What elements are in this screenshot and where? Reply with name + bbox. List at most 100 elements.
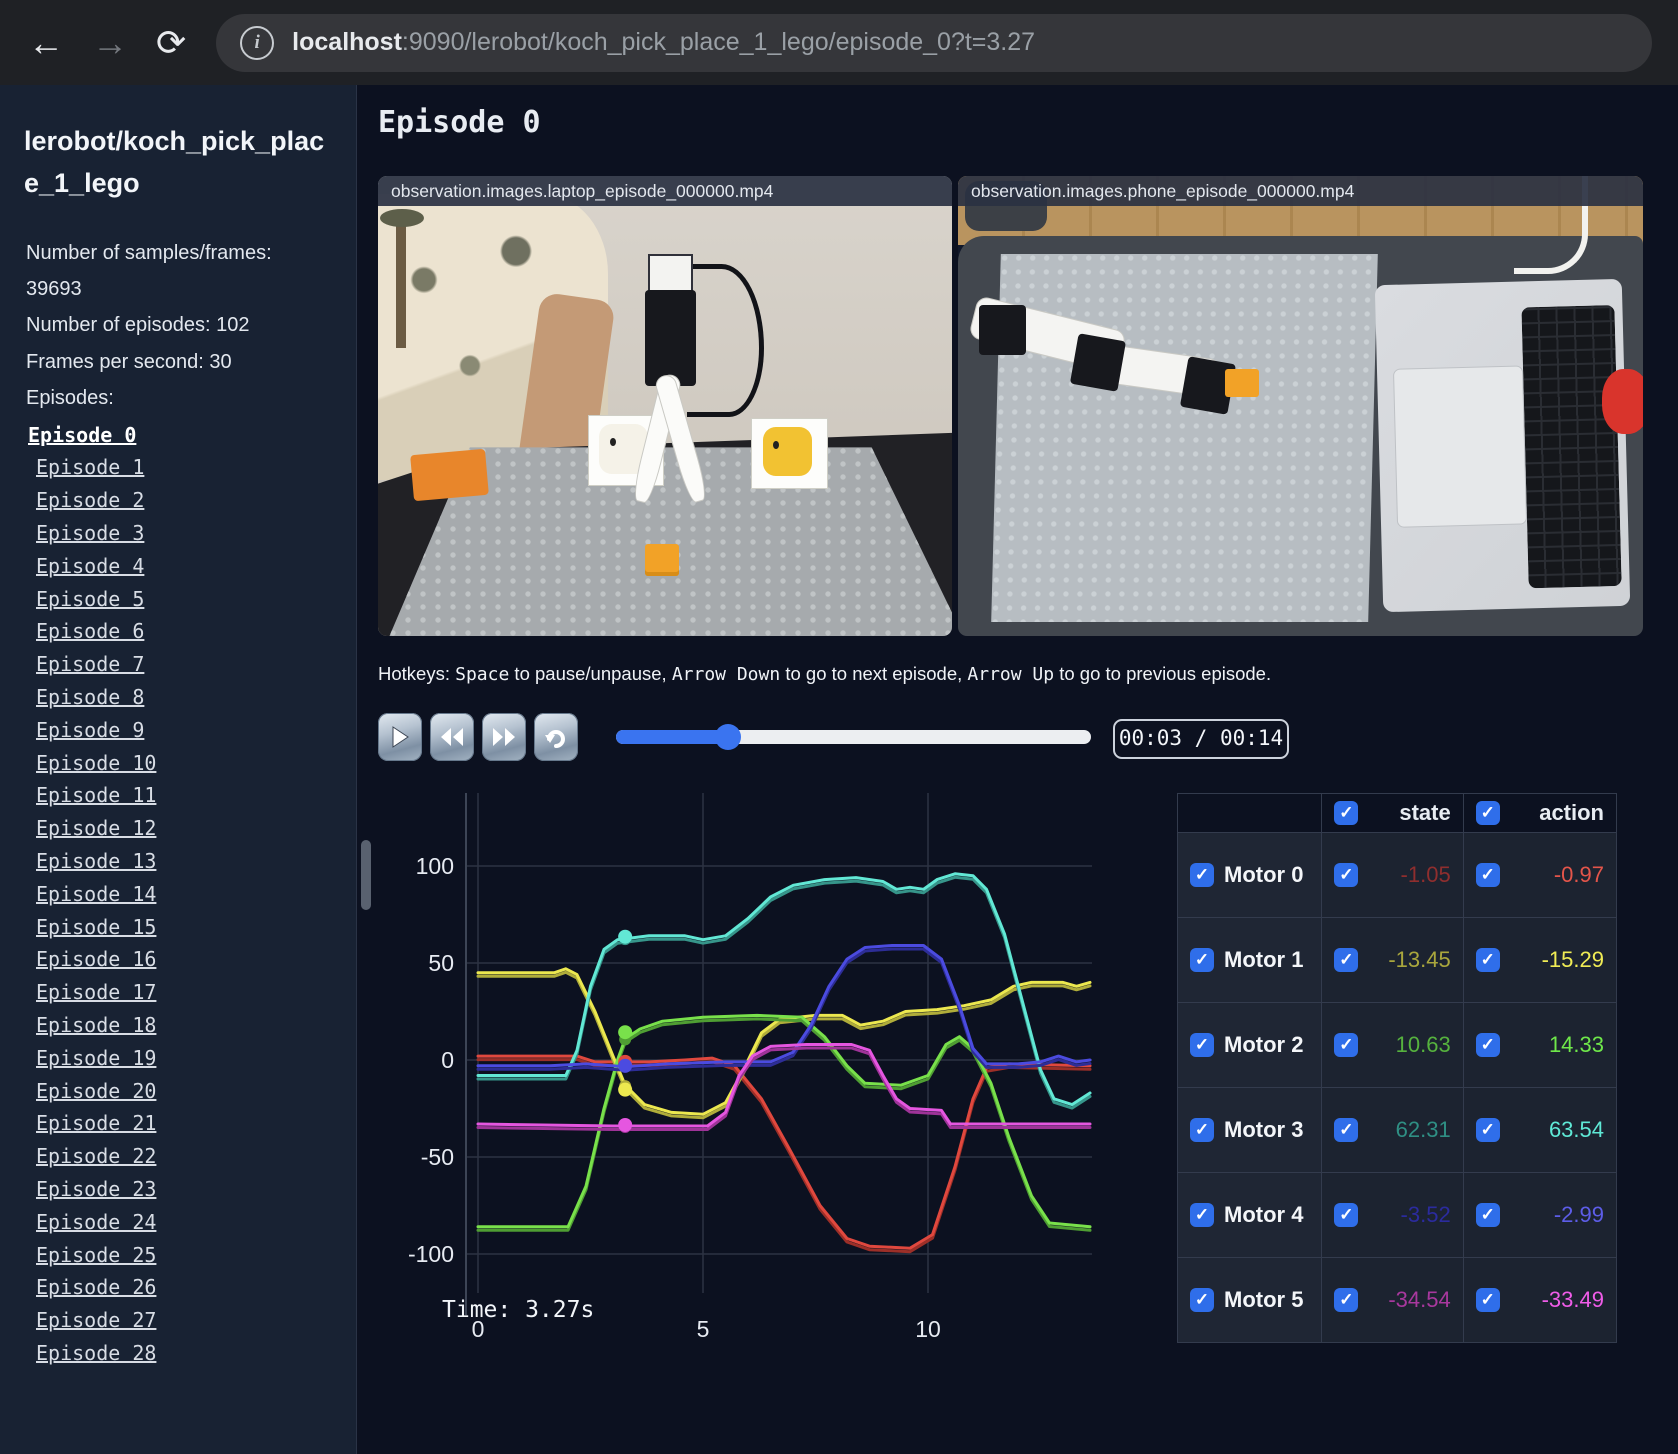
motor-action-cell: 14.33 <box>1462 1003 1616 1087</box>
header-state-cell: state <box>1321 794 1462 832</box>
page-title: Episode 0 <box>378 105 541 140</box>
motor-state-checkbox[interactable] <box>1334 1118 1359 1142</box>
motor-state-checkbox[interactable] <box>1334 1033 1359 1057</box>
reload-button[interactable]: ⟳ <box>156 24 186 61</box>
motor-chart[interactable]: 100 50 0 -50 -100 0 5 10 <box>378 785 1103 1350</box>
episodes-label: Episodes: <box>26 387 114 410</box>
video-title-laptop: observation.images.laptop_episode_000000… <box>378 176 952 206</box>
scrollbar-thumb[interactable] <box>361 840 371 910</box>
motor-table-row: Motor 2 10.63 14.33 <box>1178 1002 1616 1087</box>
motor-state-checkbox[interactable] <box>1334 948 1359 972</box>
motor-action-cell: -33.49 <box>1462 1258 1616 1342</box>
url-path: :9090/lerobot/koch_pick_place_1_lego/epi… <box>401 28 1036 56</box>
motor-table-row: Motor 3 62.31 63.54 <box>1178 1087 1616 1172</box>
rewind-button[interactable] <box>430 713 474 761</box>
motor-label: Motor 5 <box>1224 1287 1304 1312</box>
action-column-checkbox[interactable] <box>1475 801 1500 825</box>
motor-state-cell: -3.52 <box>1321 1173 1463 1257</box>
motor-action-checkbox[interactable] <box>1475 1288 1500 1312</box>
motor-table-row: Motor 0 -1.05 -0.97 <box>1178 832 1616 917</box>
motor-checkbox[interactable] <box>1190 1288 1214 1312</box>
sidebar-episode-link[interactable]: Episode 2 <box>36 484 356 517</box>
motor-action-cell: -2.99 <box>1462 1173 1616 1257</box>
sidebar-episode-link[interactable]: Episode 14 <box>36 878 356 911</box>
motor-action-checkbox[interactable] <box>1475 1203 1500 1227</box>
seek-slider-thumb[interactable] <box>714 724 741 750</box>
sidebar-episode-link[interactable]: Episode 1 <box>36 451 356 484</box>
sidebar-episode-link[interactable]: Episode 19 <box>36 1042 356 1075</box>
seek-slider[interactable] <box>616 724 1091 750</box>
sidebar-episode-link[interactable]: Episode 26 <box>36 1271 356 1304</box>
motor-label-cell: Motor 2 <box>1178 1003 1322 1087</box>
motor-table-row: Motor 4 -3.52 -2.99 <box>1178 1172 1616 1257</box>
sidebar-episode-link[interactable]: Episode 6 <box>36 615 356 648</box>
motor-state-checkbox[interactable] <box>1334 1203 1359 1227</box>
motor-state-checkbox[interactable] <box>1334 863 1359 887</box>
sidebar-episode-link[interactable]: Episode 4 <box>36 550 356 583</box>
sidebar-episode-link[interactable]: Episode 25 <box>36 1239 356 1272</box>
key-space: Space <box>455 664 510 685</box>
fast-forward-button[interactable] <box>482 713 526 761</box>
sidebar-episode-link[interactable]: Episode 17 <box>36 976 356 1009</box>
motor-checkbox[interactable] <box>1190 948 1214 972</box>
loop-button[interactable] <box>534 713 578 761</box>
address-bar[interactable]: i localhost:9090/lerobot/koch_pick_place… <box>216 13 1652 72</box>
svg-text:-50: -50 <box>421 1144 454 1170</box>
hotkeys-prefix: Hotkeys: <box>378 663 456 684</box>
sidebar-episode-link[interactable]: Episode 21 <box>36 1107 356 1140</box>
main-content: Episode 0 observation.images.laptop_epis… <box>357 85 1678 1454</box>
video-phone[interactable]: observation.images.phone_episode_000000.… <box>958 176 1643 636</box>
play-button[interactable] <box>378 713 422 761</box>
sidebar-episode-link[interactable]: Episode 24 <box>36 1206 356 1239</box>
motor-table-row: Motor 5 -34.54 -33.49 <box>1178 1257 1616 1342</box>
sidebar-episode-link[interactable]: Episode 28 <box>36 1337 356 1370</box>
sidebar-episode-link[interactable]: Episode 20 <box>36 1075 356 1108</box>
sidebar-episode-link[interactable]: Episode 5 <box>36 583 356 616</box>
chart-canvas: 100500-50-1000 5 10 <box>408 793 1092 1342</box>
lego-brick <box>644 544 680 577</box>
sidebar-episode-link[interactable]: Episode 23 <box>36 1173 356 1206</box>
sidebar-episode-link[interactable]: Episode 22 <box>36 1140 356 1173</box>
motor-label-cell: Motor 4 <box>1178 1173 1322 1257</box>
sidebar-episode-link[interactable]: Episode 12 <box>36 812 356 845</box>
motor-label-cell: Motor 0 <box>1178 833 1322 917</box>
sidebar-episode-link[interactable]: Episode 7 <box>36 648 356 681</box>
sidebar-episode-link[interactable]: Episode 27 <box>36 1304 356 1337</box>
motor-table-body: Motor 0-1.05-0.97Motor 1-13.45-15.29Moto… <box>1178 832 1616 1342</box>
motor-state-checkbox[interactable] <box>1334 1288 1359 1312</box>
sidebar-episode-link[interactable]: Episode 0 <box>28 419 356 452</box>
hotkeys-mid1: to pause/unpause, <box>509 663 672 684</box>
motor-action-checkbox[interactable] <box>1475 948 1500 972</box>
forward-button[interactable]: → <box>92 24 128 61</box>
motor-state-cell: 10.63 <box>1321 1003 1463 1087</box>
laptop-keyboard <box>1521 304 1623 589</box>
sidebar-episode-link[interactable]: Episode 11 <box>36 779 356 812</box>
sidebar-episode-link[interactable]: Episode 8 <box>36 681 356 714</box>
motor-checkbox[interactable] <box>1190 1033 1214 1057</box>
sidebar-episode-link[interactable]: Episode 9 <box>36 714 356 747</box>
sidebar-episode-link[interactable]: Episode 3 <box>36 517 356 550</box>
site-info-icon[interactable]: i <box>240 25 275 60</box>
svg-text:50: 50 <box>428 950 454 976</box>
motor-action-cell: -0.97 <box>1462 833 1616 917</box>
sidebar-episode-link[interactable]: Episode 13 <box>36 845 356 878</box>
state-column-checkbox[interactable] <box>1334 801 1359 825</box>
motor-label-cell: Motor 3 <box>1178 1088 1322 1172</box>
red-object <box>1601 369 1643 434</box>
motor-action-checkbox[interactable] <box>1475 1033 1500 1057</box>
sidebar-episode-link[interactable]: Episode 18 <box>36 1009 356 1042</box>
motor-checkbox[interactable] <box>1190 1203 1214 1227</box>
palm-print <box>380 209 425 349</box>
hotkeys-suffix: to go to previous episode. <box>1054 663 1272 684</box>
sidebar-episode-link[interactable]: Episode 16 <box>36 943 356 976</box>
motor-action-checkbox[interactable] <box>1475 1118 1500 1142</box>
robot-motor-body <box>645 290 697 386</box>
motor-checkbox[interactable] <box>1190 863 1214 887</box>
back-button[interactable]: ← <box>28 24 64 61</box>
motor-checkbox[interactable] <box>1190 1118 1214 1142</box>
sidebar-episode-link[interactable]: Episode 15 <box>36 911 356 944</box>
motor-action-checkbox[interactable] <box>1475 863 1500 887</box>
motor-state-cell: 62.31 <box>1321 1088 1463 1172</box>
video-laptop[interactable]: observation.images.laptop_episode_000000… <box>378 176 952 636</box>
sidebar-episode-link[interactable]: Episode 10 <box>36 747 356 780</box>
